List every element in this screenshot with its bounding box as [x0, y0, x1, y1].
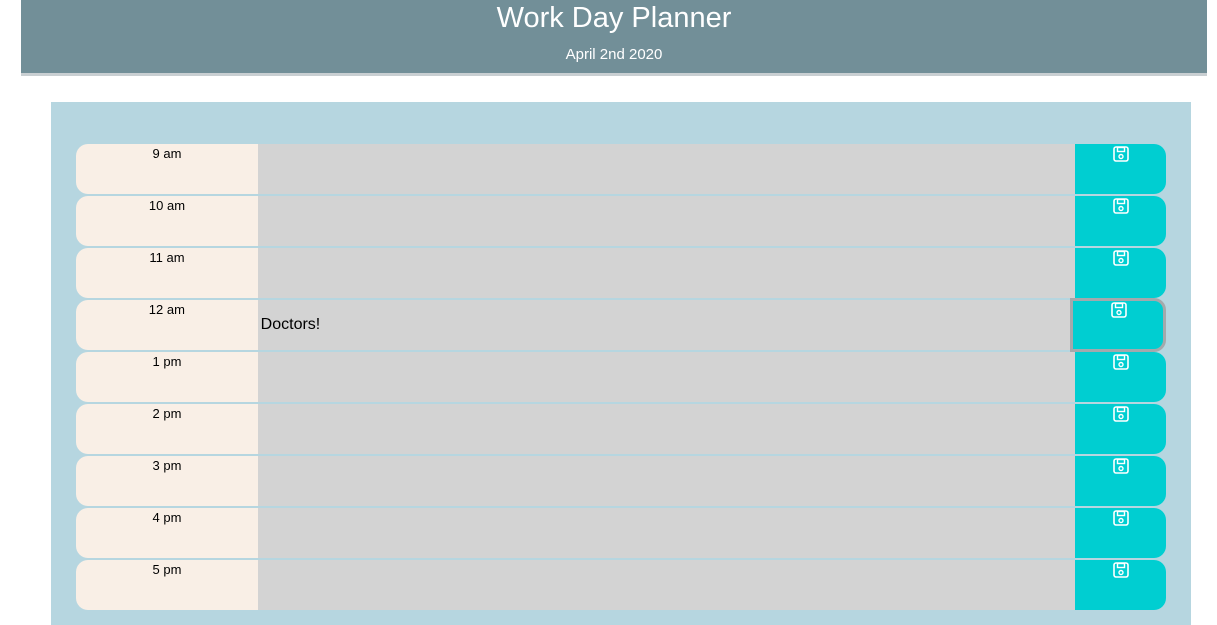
time-block-row: 10 am [76, 196, 1166, 246]
save-button[interactable] [1075, 404, 1166, 454]
time-block-row: 5 pm [76, 560, 1166, 610]
hour-label: 3 pm [76, 456, 258, 506]
description-textarea[interactable] [258, 456, 1075, 506]
save-button[interactable] [1075, 144, 1166, 194]
time-block-row: 3 pm [76, 456, 1166, 506]
page-title: Work Day Planner [496, 2, 732, 34]
hour-label: 5 pm [76, 560, 258, 610]
description-textarea[interactable] [258, 196, 1075, 246]
floppy-disk-icon [1113, 354, 1129, 370]
time-block-row: 9 am [76, 144, 1166, 194]
description-textarea[interactable]: Doctors! [257, 300, 1074, 350]
description-textarea[interactable] [258, 248, 1075, 298]
save-button[interactable] [1075, 456, 1166, 506]
time-block-row: 4 pm [76, 508, 1166, 558]
save-button[interactable] [1075, 196, 1166, 246]
time-block-row: 12 am Doctors! [76, 298, 1166, 352]
hour-label: 11 am [76, 248, 258, 298]
hour-label: 9 am [76, 144, 258, 194]
header: Work Day Planner April 2nd 2020 [21, 0, 1207, 76]
save-button[interactable] [1075, 560, 1166, 610]
time-block-list: 9 am 10 am 11 am 12 am Doctors! 1 pm 2 p… [76, 144, 1166, 612]
hour-label: 1 pm [76, 352, 258, 402]
floppy-disk-icon [1113, 146, 1129, 162]
save-button[interactable] [1070, 298, 1166, 352]
floppy-disk-icon [1113, 458, 1129, 474]
save-button[interactable] [1075, 248, 1166, 298]
description-textarea[interactable] [258, 144, 1075, 194]
floppy-disk-icon [1113, 250, 1129, 266]
hour-label: 12 am [76, 300, 258, 350]
hour-label: 2 pm [76, 404, 258, 454]
description-textarea[interactable] [258, 404, 1075, 454]
floppy-disk-icon [1111, 302, 1127, 318]
floppy-disk-icon [1113, 198, 1129, 214]
save-button[interactable] [1075, 352, 1166, 402]
floppy-disk-icon [1113, 406, 1129, 422]
current-date: April 2nd 2020 [565, 46, 663, 63]
planner-container: 9 am 10 am 11 am 12 am Doctors! 1 pm 2 p… [51, 102, 1191, 625]
time-block-row: 1 pm [76, 352, 1166, 402]
description-textarea[interactable] [258, 560, 1075, 610]
floppy-disk-icon [1113, 510, 1129, 526]
hour-label: 4 pm [76, 508, 258, 558]
description-textarea[interactable] [258, 508, 1075, 558]
description-textarea[interactable] [258, 352, 1075, 402]
save-button[interactable] [1075, 508, 1166, 558]
floppy-disk-icon [1113, 562, 1129, 578]
time-block-row: 2 pm [76, 404, 1166, 454]
time-block-row: 11 am [76, 248, 1166, 298]
hour-label: 10 am [76, 196, 258, 246]
